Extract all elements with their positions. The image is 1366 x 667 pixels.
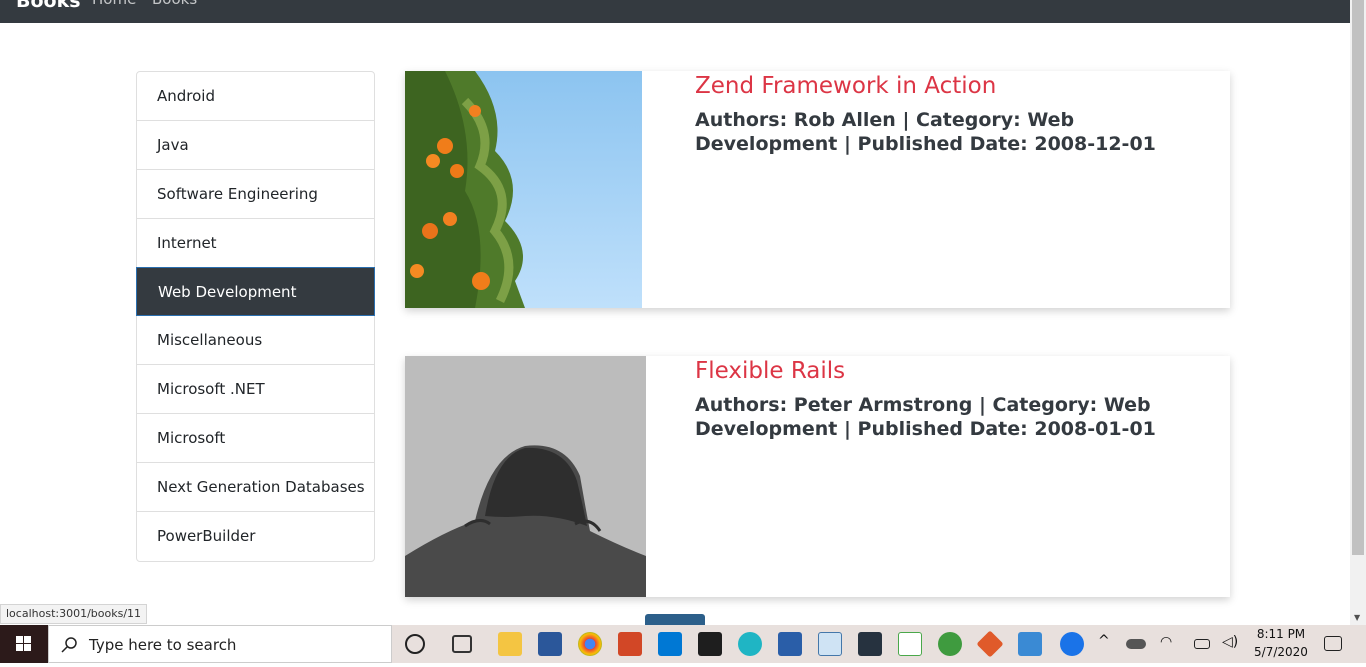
mongodb-icon[interactable]: [898, 632, 922, 656]
volume-icon[interactable]: ◁): [1222, 634, 1238, 650]
mongodb-compass-icon[interactable]: [938, 632, 962, 656]
help-icon[interactable]: [1060, 632, 1084, 656]
windows-logo-icon: [16, 636, 31, 651]
category-item-next-generation-databases[interactable]: Next Generation Databases: [137, 463, 374, 512]
book-cover-image[interactable]: [405, 71, 642, 308]
top-navbar: Books Home Books: [0, 0, 1350, 23]
category-item-miscellaneous[interactable]: Miscellaneous: [137, 316, 374, 365]
category-item-microsoft-net[interactable]: Microsoft .NET: [137, 365, 374, 414]
nav-link-books[interactable]: Books: [152, 0, 197, 8]
terminal-icon[interactable]: [698, 632, 722, 656]
chevron-up-icon[interactable]: ^: [1098, 633, 1110, 649]
windows-taskbar: Type here to search ^ ◠ ◁) 8:11 PM 5/7/2…: [0, 625, 1366, 663]
scroll-down-icon[interactable]: ▼: [1354, 613, 1360, 622]
sql-tool-icon[interactable]: [818, 632, 842, 656]
wifi-icon[interactable]: ◠: [1160, 634, 1172, 650]
clock-time[interactable]: 8:11 PM: [1250, 627, 1312, 641]
category-item-powerbuilder[interactable]: PowerBuilder: [137, 512, 374, 561]
book-meta: Authors: Rob Allen | Category: Web Devel…: [695, 109, 1156, 155]
vscode-icon[interactable]: [658, 632, 682, 656]
task-view-icon[interactable]: [452, 635, 472, 653]
page-scrollbar[interactable]: ▼: [1350, 0, 1366, 625]
scrollbar-thumb[interactable]: [1352, 0, 1364, 555]
book-cover-image[interactable]: [405, 356, 646, 597]
navbar-brand[interactable]: Books: [16, 0, 81, 12]
clock-date[interactable]: 5/7/2020: [1250, 645, 1312, 659]
photos-icon[interactable]: [1018, 632, 1042, 656]
category-item-internet[interactable]: Internet: [137, 219, 374, 268]
mysql-workbench-icon[interactable]: [858, 632, 882, 656]
onedrive-icon[interactable]: [1126, 639, 1146, 649]
git-icon[interactable]: [976, 630, 1004, 658]
word-icon[interactable]: [538, 632, 562, 656]
file-explorer-icon[interactable]: [498, 632, 522, 656]
search-placeholder: Type here to search: [89, 636, 237, 654]
category-item-web-development[interactable]: Web Development: [136, 267, 375, 316]
edge-icon[interactable]: [738, 632, 762, 656]
book-meta: Authors: Peter Armstrong | Category: Web…: [695, 394, 1156, 440]
category-item-android[interactable]: Android: [137, 72, 374, 121]
start-button[interactable]: [0, 625, 48, 663]
pagination-button[interactable]: [645, 614, 705, 625]
powershell-icon[interactable]: [778, 632, 802, 656]
category-list: Android Java Software Engineering Intern…: [136, 71, 375, 562]
powerpoint-icon[interactable]: [618, 632, 642, 656]
cortana-icon[interactable]: [405, 634, 425, 654]
book-card: Zend Framework in Action Authors: Rob Al…: [405, 71, 1230, 308]
book-card: Flexible Rails Authors: Peter Armstrong …: [405, 356, 1230, 597]
taskbar-search-box[interactable]: Type here to search: [48, 625, 392, 663]
battery-icon[interactable]: [1194, 639, 1210, 649]
category-item-java[interactable]: Java: [137, 121, 374, 170]
category-item-microsoft[interactable]: Microsoft: [137, 414, 374, 463]
chrome-icon[interactable]: [578, 632, 602, 656]
book-title-link[interactable]: Zend Framework in Action: [695, 73, 996, 99]
notifications-icon[interactable]: [1324, 636, 1342, 651]
nav-link-home[interactable]: Home: [92, 0, 136, 8]
search-icon: [61, 637, 77, 653]
book-title-link[interactable]: Flexible Rails: [695, 358, 845, 384]
category-item-software-engineering[interactable]: Software Engineering: [137, 170, 374, 219]
link-status-bar: localhost:3001/books/11: [0, 604, 148, 624]
